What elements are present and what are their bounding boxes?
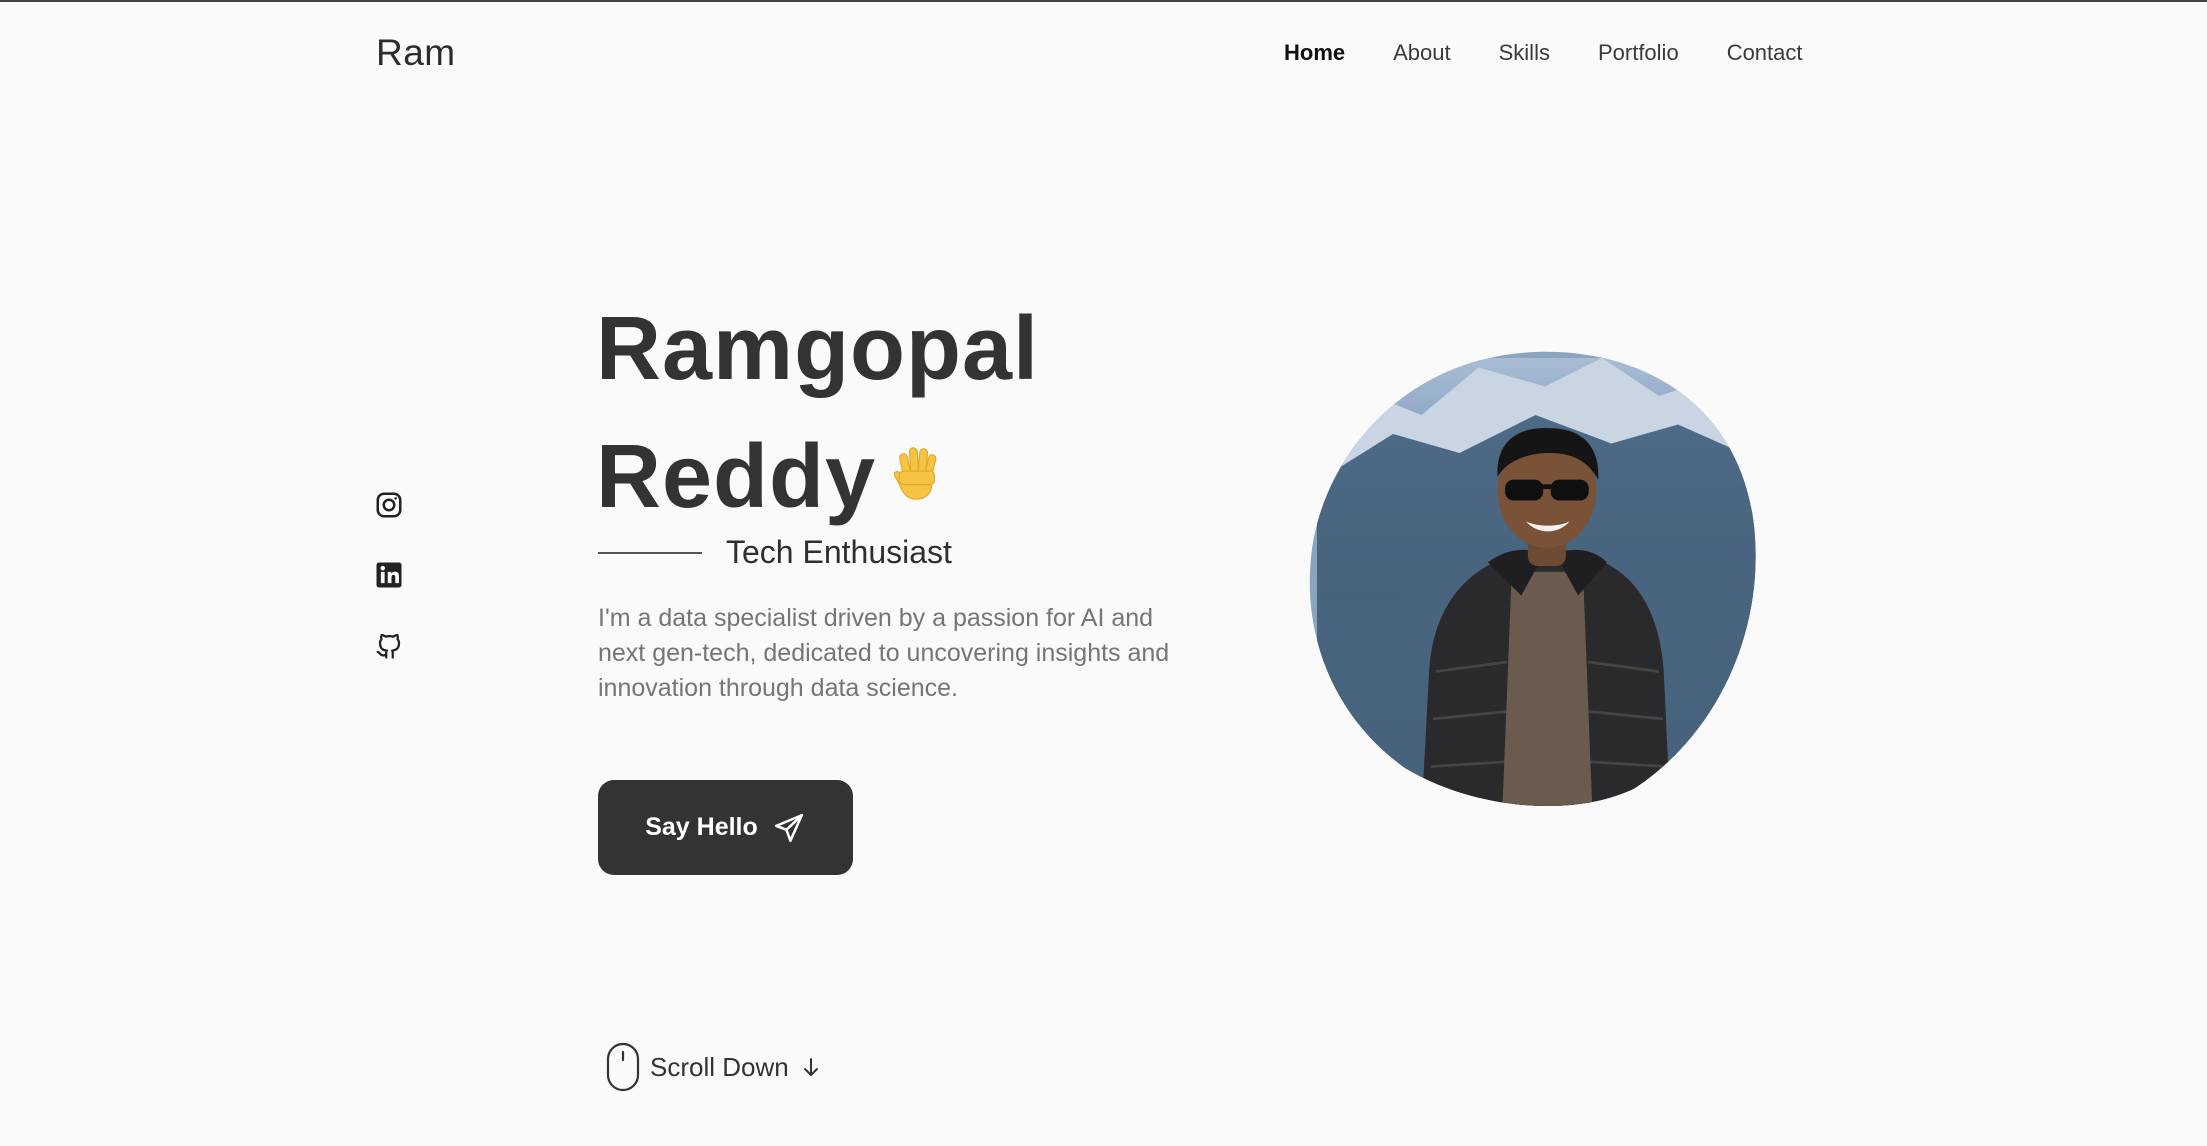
logo[interactable]: Ram [376, 32, 456, 74]
arrow-down-icon [803, 1058, 818, 1076]
scroll-down-link[interactable]: Scroll Down [606, 1042, 821, 1092]
hero-name-line2: Reddy [596, 427, 877, 527]
nav-contact[interactable]: Contact [1727, 40, 1803, 66]
linkedin-link[interactable] [374, 560, 404, 590]
waving-hand-icon [893, 447, 937, 500]
instagram-icon [376, 492, 402, 518]
hero-name: Ramgopal Reddy [596, 285, 1039, 541]
github-link[interactable] [374, 630, 404, 660]
social-links [374, 490, 404, 660]
mouse-icon [606, 1042, 640, 1092]
nav-portfolio[interactable]: Portfolio [1598, 40, 1679, 66]
main-nav: Home About Skills Portfolio Contact [1284, 40, 1803, 66]
subtitle-divider [598, 551, 702, 554]
subtitle-text: Tech Enthusiast [726, 534, 952, 570]
hero-name-line1: Ramgopal [596, 299, 1040, 399]
github-icon [376, 633, 401, 659]
profile-image [1305, 348, 1760, 808]
hero-subtitle: Tech Enthusiast [598, 534, 952, 571]
nav-about[interactable]: About [1393, 40, 1451, 66]
send-icon [774, 813, 803, 842]
nav-skills[interactable]: Skills [1499, 40, 1550, 66]
hero-description: I'm a data specialist driven by a passio… [598, 604, 1170, 702]
scroll-down-label: Scroll Down [650, 1051, 789, 1082]
say-hello-button[interactable]: Say Hello [598, 780, 853, 875]
top-border [0, 0, 2207, 2]
linkedin-icon [376, 562, 402, 588]
nav-home[interactable]: Home [1284, 40, 1345, 66]
say-hello-label: Say Hello [645, 813, 758, 841]
profile-photo [1309, 351, 1756, 807]
instagram-link[interactable] [374, 490, 404, 520]
